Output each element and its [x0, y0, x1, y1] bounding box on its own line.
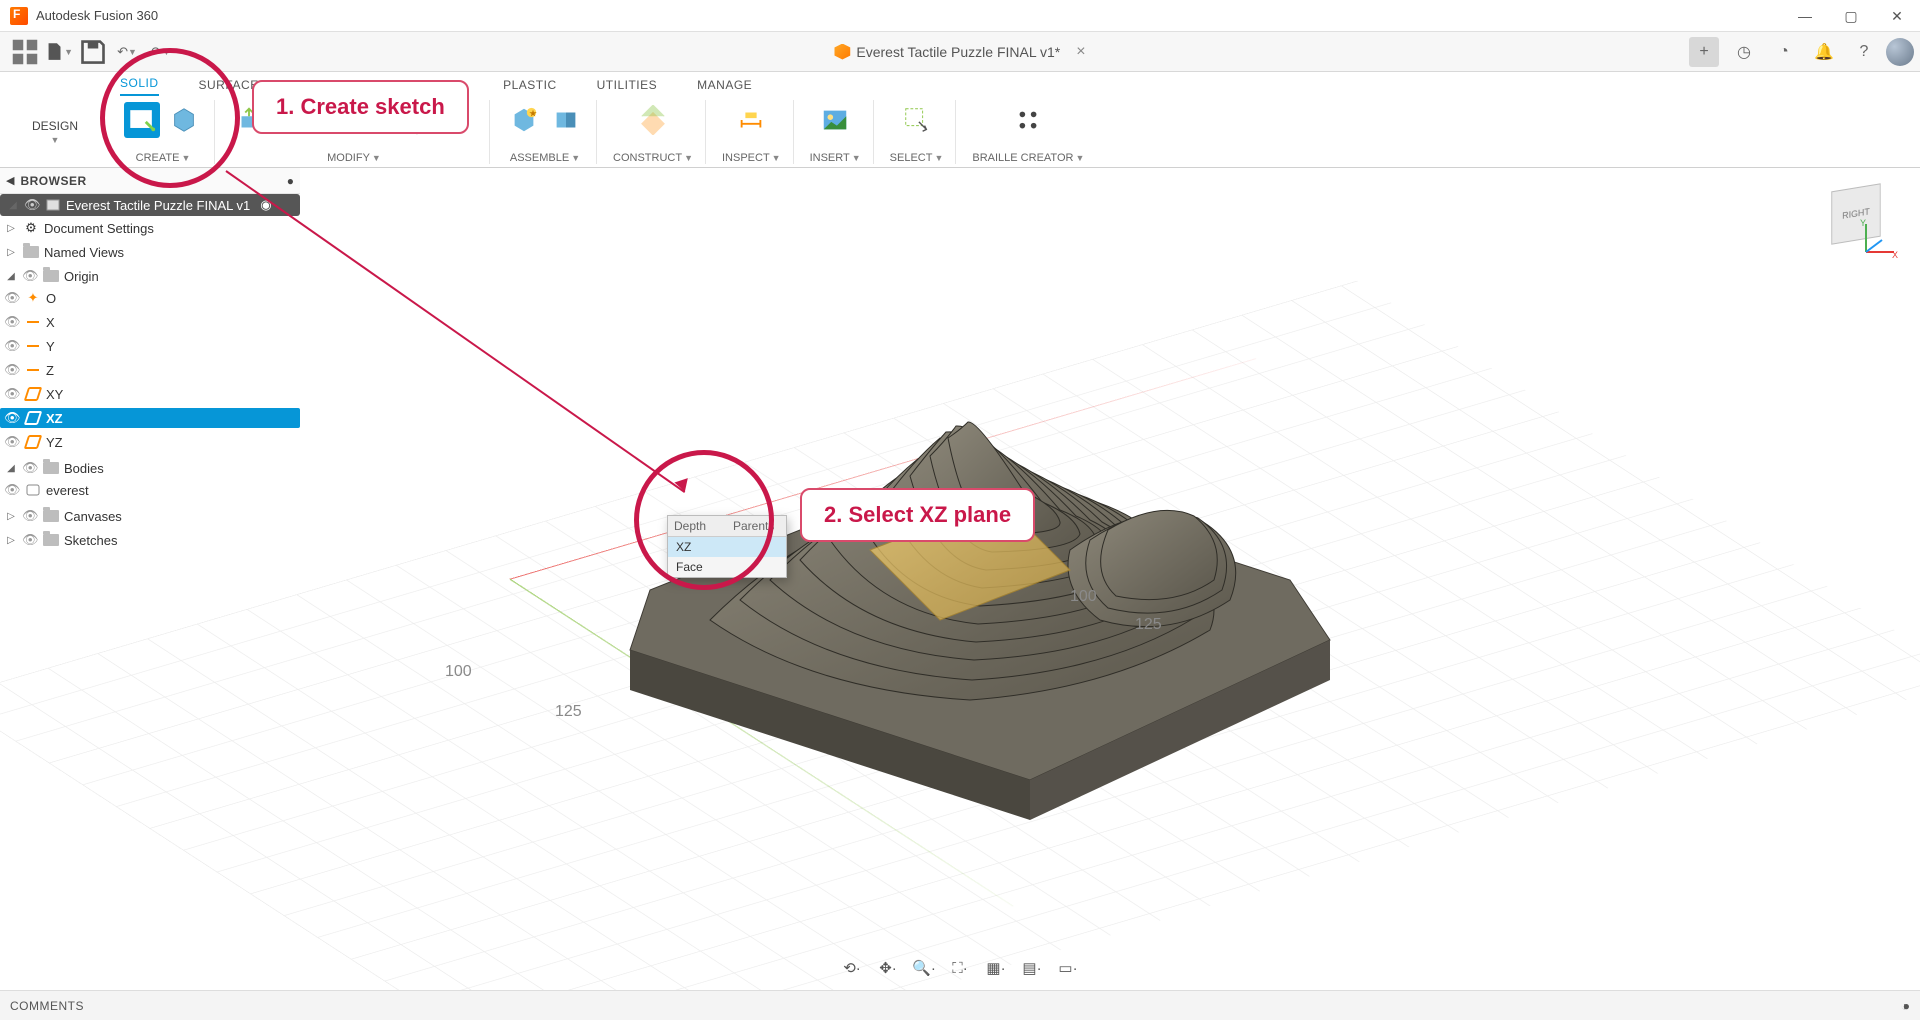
new-design-button[interactable]: +: [1689, 37, 1719, 67]
measure-button[interactable]: [733, 102, 769, 138]
new-component-button[interactable]: ★: [506, 102, 542, 138]
ribbon-group-label: INSERT: [810, 152, 850, 164]
braille-creator-button[interactable]: [1010, 102, 1046, 138]
popup-row-xz[interactable]: XZ: [668, 537, 786, 557]
svg-text:X: X: [1892, 250, 1898, 258]
tree-item-origin[interactable]: ◢👁Origin: [0, 266, 300, 286]
document-tab[interactable]: Everest Tactile Puzzle FINAL v1* ×: [834, 43, 1085, 61]
ribbon-group-label: BRAILLE CREATOR: [972, 152, 1073, 164]
ribbon-tab-solid[interactable]: SOLID: [120, 76, 159, 96]
ribbon-group-construct: CONSTRUCT▼: [601, 100, 706, 164]
selection-context-popup: Depth Parents XZ Face: [667, 515, 787, 578]
tree-body-everest[interactable]: 👁everest: [0, 480, 300, 500]
window-maximize-button[interactable]: ▢: [1828, 0, 1874, 32]
ribbon-group-label: INSPECT: [722, 152, 770, 164]
grid-tick-label: 125: [555, 703, 582, 721]
fit-button[interactable]: ⛶·: [946, 956, 974, 980]
job-status-button[interactable]: ◔: [1769, 37, 1799, 67]
workspace-switcher[interactable]: DESIGN ▼: [10, 104, 100, 160]
extensions-button[interactable]: ◷: [1729, 37, 1759, 67]
notifications-button[interactable]: 🔔: [1809, 37, 1839, 67]
comments-label[interactable]: COMMENTS: [10, 999, 84, 1013]
document-tab-close[interactable]: ×: [1076, 43, 1085, 61]
workspace-label: DESIGN: [32, 119, 78, 133]
tree-item-sketches[interactable]: ▷👁Sketches: [0, 530, 300, 550]
grid-tick-label: 100: [445, 663, 472, 681]
tree-root-label: Everest Tactile Puzzle FINAL v1: [66, 198, 250, 213]
grid-tick-label: 125: [1135, 616, 1162, 634]
timeline-collapse-icon[interactable]: ◑: [1901, 999, 1908, 1013]
svg-text:Y: Y: [1860, 218, 1866, 228]
tree-item-document-settings[interactable]: ▷⚙Document Settings: [0, 218, 300, 238]
svg-text:★: ★: [529, 108, 537, 118]
ribbon-group-label: SELECT: [890, 152, 933, 164]
select-tool-button[interactable]: [899, 102, 935, 138]
ribbon-group-insert: INSERT▼: [798, 100, 874, 164]
tree-origin-xz[interactable]: 👁XZ: [0, 408, 300, 428]
ribbon-tab-surface[interactable]: SURFACE: [199, 78, 259, 96]
data-panel-button[interactable]: [11, 38, 39, 66]
ribbon-group-label: ASSEMBLE: [510, 152, 569, 164]
grid-tick-label: 100: [1070, 588, 1097, 606]
browser-tree: ◢👁 Everest Tactile Puzzle FINAL v1 ◉ ▷⚙D…: [0, 194, 300, 552]
annotation-step1: 1. Create sketch: [252, 80, 469, 134]
user-avatar[interactable]: [1886, 38, 1914, 66]
ribbon-group-inspect: INSPECT▼: [710, 100, 794, 164]
grid-settings-button[interactable]: ▤·: [1018, 956, 1046, 980]
popup-col-parents[interactable]: Parents: [727, 516, 786, 536]
popup-row-face[interactable]: Face: [668, 557, 786, 577]
app-title: Autodesk Fusion 360: [36, 8, 158, 23]
browser-collapse-button[interactable]: ●: [287, 174, 294, 188]
navigation-toolbar: ⟲· ✥· 🔍· ⛶· ▦· ▤· ▭·: [834, 952, 1086, 984]
create-form-button[interactable]: [166, 102, 202, 138]
annotation-step2: 2. Select XZ plane: [800, 488, 1035, 542]
quick-access-toolbar: ▼ ↶▼ ↷▼ Everest Tactile Puzzle FINAL v1*…: [0, 32, 1920, 72]
orbit-button[interactable]: ⟲·: [838, 956, 866, 980]
zoom-button[interactable]: 🔍·: [910, 956, 938, 980]
insert-canvas-button[interactable]: [817, 102, 853, 138]
tree-origin-y[interactable]: 👁Y: [0, 336, 300, 356]
tree-origin-o[interactable]: 👁✦O: [0, 288, 300, 308]
fusion-app-icon: [10, 7, 28, 25]
window-minimize-button[interactable]: —: [1782, 0, 1828, 32]
save-button[interactable]: [79, 38, 107, 66]
create-sketch-button[interactable]: [124, 102, 160, 138]
joint-button[interactable]: [548, 102, 584, 138]
tree-origin-yz[interactable]: 👁YZ: [0, 432, 300, 452]
ribbon-group-create: CREATE▼: [112, 100, 215, 164]
ribbon-group-label: MODIFY: [327, 152, 370, 164]
help-button[interactable]: ?: [1849, 37, 1879, 67]
tree-item-named-views[interactable]: ▷Named Views: [0, 242, 300, 262]
ribbon-tab-manage[interactable]: MANAGE: [697, 78, 752, 96]
window-titlebar: Autodesk Fusion 360 — ▢ ✕: [0, 0, 1920, 32]
undo-button[interactable]: ↶▼: [113, 38, 141, 66]
document-cube-icon: [834, 44, 850, 60]
ribbon-tab-plastic[interactable]: PLASTIC: [503, 78, 557, 96]
tree-origin-xy[interactable]: 👁XY: [0, 384, 300, 404]
ribbon-group-assemble: ★ ASSEMBLE▼: [494, 100, 597, 164]
tree-item-bodies[interactable]: ◢👁Bodies: [0, 458, 300, 478]
pan-button[interactable]: ✥·: [874, 956, 902, 980]
viewport-layout-button[interactable]: ▭·: [1054, 956, 1082, 980]
tree-origin-x[interactable]: 👁X: [0, 312, 300, 332]
document-title: Everest Tactile Puzzle FINAL v1*: [856, 44, 1060, 60]
ribbon-group-select: SELECT▼: [878, 100, 957, 164]
browser-title: BROWSER: [20, 174, 86, 188]
file-menu-button[interactable]: ▼: [45, 38, 73, 66]
ribbon-tab-utilities[interactable]: UTILITIES: [597, 78, 658, 96]
comments-bar: COMMENTS ● ◑: [0, 990, 1920, 1020]
construct-plane-button[interactable]: [635, 102, 671, 138]
tree-item-canvases[interactable]: ▷👁Canvases: [0, 506, 300, 526]
window-close-button[interactable]: ✕: [1874, 0, 1920, 32]
tree-origin-z[interactable]: 👁Z: [0, 360, 300, 380]
axis-triad-icon: Y X: [1860, 218, 1900, 258]
redo-button[interactable]: ↷▼: [147, 38, 175, 66]
ribbon-group-braille: BRAILLE CREATOR▼: [960, 100, 1096, 164]
viewcube[interactable]: RIGHT Y X: [1820, 178, 1900, 258]
display-settings-button[interactable]: ▦·: [982, 956, 1010, 980]
tree-root-component[interactable]: ◢👁 Everest Tactile Puzzle FINAL v1 ◉: [0, 194, 300, 216]
ribbon-group-label: CONSTRUCT: [613, 152, 682, 164]
popup-col-depth[interactable]: Depth: [668, 516, 727, 536]
ribbon-group-label: CREATE: [136, 152, 180, 164]
